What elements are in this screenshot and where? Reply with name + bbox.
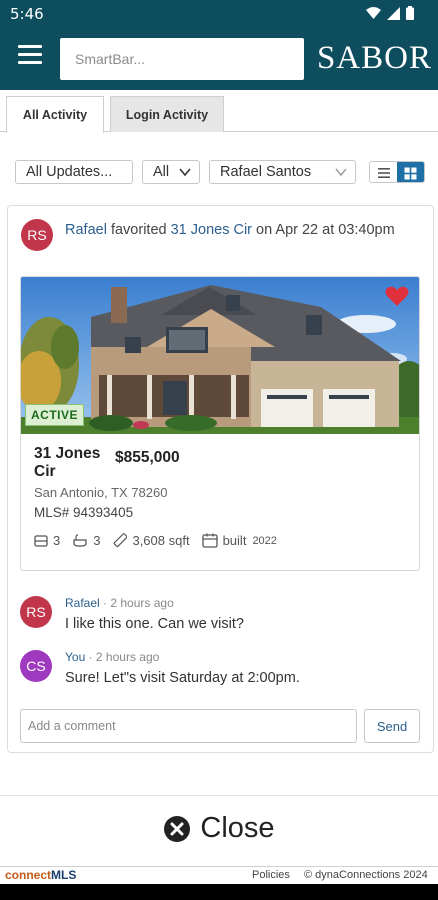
send-button[interactable]: Send <box>364 709 420 743</box>
wifi-icon <box>366 7 381 19</box>
copyright-text: © dynaConnections 2024 <box>304 869 428 881</box>
status-time: 5:46 <box>10 5 44 23</box>
tab-all-activity[interactable]: All Activity <box>6 96 104 133</box>
bath-icon <box>73 533 87 547</box>
updates-filter-value: All Updates... <box>26 164 113 180</box>
updates-filter-select[interactable]: All Updates... <box>15 160 133 184</box>
close-label: Close <box>200 812 275 844</box>
avatar: RS <box>20 596 52 628</box>
avatar: RS <box>21 219 53 251</box>
signal-icon <box>387 6 400 20</box>
system-nav-bar <box>0 884 438 900</box>
person-filter-value: Rafael Santos <box>220 164 312 180</box>
built-spec: built 2022 <box>201 533 277 548</box>
comment-meta: Rafael · 2 hours ago <box>65 596 174 610</box>
tab-login-activity[interactable]: Login Activity <box>110 96 224 132</box>
comment-author[interactable]: You <box>65 650 85 664</box>
status-bar: 5:46 <box>0 0 438 28</box>
built-year: 2022 <box>252 534 277 547</box>
avatar: CS <box>20 650 52 682</box>
footer-logo: connectMLS <box>5 868 77 882</box>
policies-link[interactable]: Policies <box>252 869 290 881</box>
listing-specs: 3 3 3,608 sqft built 2022 <box>34 533 289 548</box>
listing-mls-number: MLS# 94393405 <box>34 505 134 520</box>
comment-input[interactable] <box>20 709 357 743</box>
scope-filter-select[interactable]: All <box>142 160 200 184</box>
actor-link[interactable]: Rafael <box>65 222 107 238</box>
bed-icon <box>34 534 48 547</box>
close-button[interactable]: Close <box>0 795 438 861</box>
listing-price: $855,000 <box>115 449 180 466</box>
comment-time: 2 hours ago <box>95 650 160 664</box>
app-header: SABOR <box>0 28 438 90</box>
scope-filter-value: All <box>153 164 170 180</box>
comment-text: I like this one. Can we visit? <box>65 616 244 632</box>
beds-count: 3 <box>53 533 61 548</box>
status-badge: ACTIVE <box>25 404 85 426</box>
comment-text: Sure! Let"s visit Saturday at 2:00pm. <box>65 670 300 686</box>
calendar-icon <box>201 533 218 548</box>
activity-card: RS Rafael favorited 31 Jones Cir on Apr … <box>7 205 434 753</box>
list-view-button[interactable] <box>370 162 397 182</box>
sqft-value: 3,608 sqft <box>132 533 190 548</box>
listing-address: 31 Jones Cir <box>34 445 101 480</box>
menu-icon[interactable] <box>18 45 42 67</box>
built-label: built <box>222 533 247 548</box>
smartbar-input[interactable] <box>60 38 304 80</box>
status-icons <box>366 6 414 20</box>
ruler-icon <box>114 533 128 548</box>
list-icon <box>377 168 390 178</box>
comment-meta: You · 2 hours ago <box>65 650 160 664</box>
view-toggle <box>369 161 425 183</box>
grid-icon <box>404 167 417 179</box>
comment-author[interactable]: Rafael <box>65 596 100 610</box>
baths-spec: 3 <box>72 533 100 548</box>
listing-city: San Antonio, TX 78260 <box>34 485 168 500</box>
activity-text: Rafael favorited 31 Jones Cir on Apr 22 … <box>65 219 415 242</box>
chevron-down-icon <box>179 168 191 177</box>
battery-icon <box>406 6 414 20</box>
listing-card[interactable]: ACTIVE 31 Jones Cir $855,000 San Antonio… <box>20 276 420 571</box>
baths-count: 3 <box>93 533 101 548</box>
activity-tabs: All Activity Login Activity <box>0 92 438 133</box>
favorite-heart-icon[interactable] <box>385 286 409 307</box>
activity-verb: favorited <box>110 222 167 238</box>
filter-row: All Updates... All Rafael Santos <box>0 160 438 184</box>
footer: connectMLS Policies © dynaConnections 20… <box>0 866 438 882</box>
property-link[interactable]: 31 Jones Cir <box>171 222 252 238</box>
close-circle-icon <box>164 815 191 842</box>
chevron-down-icon <box>335 168 347 177</box>
grid-view-button[interactable] <box>397 162 424 182</box>
sqft-spec: 3,608 sqft <box>112 533 190 548</box>
person-filter-select[interactable]: Rafael Santos <box>209 160 356 184</box>
beds-spec: 3 <box>34 533 60 548</box>
activity-time: on Apr 22 at 03:40pm <box>256 222 395 238</box>
brand-logo: SABOR <box>316 40 432 76</box>
comment-time: 2 hours ago <box>110 596 174 610</box>
